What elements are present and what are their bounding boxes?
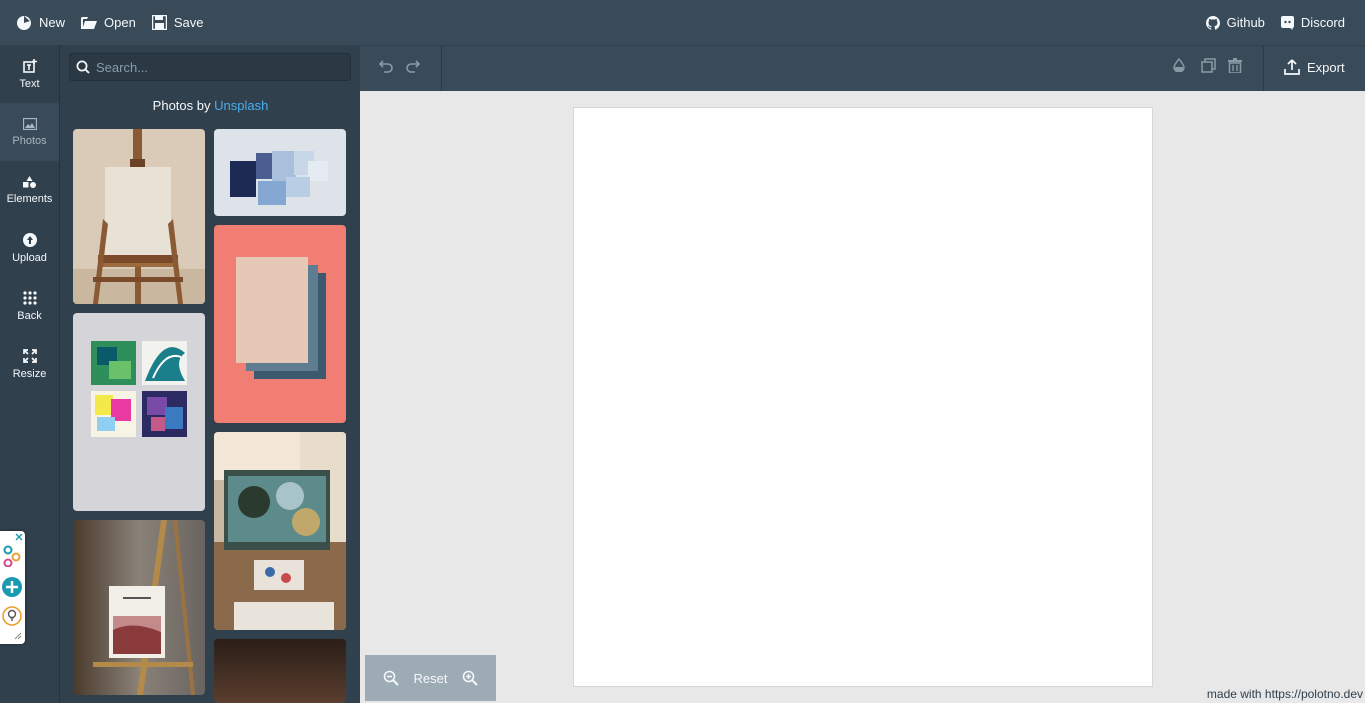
tab-photos[interactable]: Photos (0, 103, 59, 161)
close-icon[interactable] (15, 533, 23, 541)
tab-resize-label: Resize (12, 367, 47, 380)
photos-panel: Photos by Unsplash (59, 45, 360, 703)
search-box (69, 53, 351, 81)
top-navbar: New Open Save Github Discord (0, 0, 1365, 45)
share-icon[interactable] (2, 545, 22, 567)
redo-button[interactable] (405, 58, 421, 77)
grid-dots-icon (22, 290, 37, 305)
open-button[interactable]: Open (75, 8, 142, 38)
tab-elements-label: Elements (6, 192, 53, 205)
discord-label: Discord (1300, 15, 1345, 30)
tab-back[interactable]: Back (0, 277, 59, 335)
zoom-out-icon[interactable] (383, 670, 399, 686)
photo-romans-easel[interactable] (73, 520, 205, 695)
canvas-page[interactable] (573, 107, 1153, 687)
trash-icon (1228, 58, 1242, 74)
workspace: Reset made with https://polotno.dev (360, 91, 1365, 703)
save-label: Save (173, 15, 204, 30)
photo-dark-partial[interactable] (214, 639, 346, 703)
editor-toolbar: Export (360, 45, 1365, 92)
upload-icon (22, 232, 37, 247)
tab-photos-label: Photos (12, 134, 47, 147)
export-label: Export (1307, 59, 1345, 75)
tab-upload[interactable]: Upload (0, 219, 59, 277)
toolbar-divider (1263, 46, 1264, 92)
undo-icon (378, 60, 393, 73)
polotno-credit[interactable]: made with https://polotno.dev (1207, 687, 1363, 701)
photo-abstract-gallery[interactable] (73, 313, 205, 511)
fullscreen-icon (22, 348, 37, 363)
new-button[interactable]: New (10, 8, 71, 38)
zoom-in-icon[interactable] (462, 670, 479, 686)
tab-upload-label: Upload (12, 251, 47, 264)
undo-button[interactable] (378, 58, 394, 77)
tab-text-label: Text (19, 77, 40, 90)
tab-back-label: Back (17, 309, 42, 322)
redo-icon (406, 60, 421, 73)
open-label: Open (104, 15, 136, 30)
toolbar-divider (441, 46, 442, 92)
folder-open-icon (81, 16, 98, 29)
floppy-disk-icon (151, 15, 167, 30)
tab-text[interactable]: Text (0, 45, 59, 103)
duplicate-button[interactable] (1201, 58, 1216, 76)
duplicate-icon (1201, 58, 1216, 73)
photo-easel-canvas[interactable] (73, 129, 205, 304)
photo-blue-swatches[interactable] (214, 129, 346, 216)
photo-coral-papers[interactable] (214, 225, 346, 423)
zoom-controls: Reset (365, 655, 496, 701)
droplet-icon (1173, 57, 1185, 73)
save-button[interactable]: Save (146, 8, 210, 38)
discord-icon (1280, 15, 1294, 30)
export-button[interactable]: Export (1284, 59, 1345, 75)
credit-prefix: Photos by (152, 98, 215, 113)
photos-credit: Photos by Unsplash (60, 98, 360, 113)
unsplash-link[interactable]: Unsplash (214, 98, 268, 113)
floating-widget (0, 531, 25, 644)
tab-resize[interactable]: Resize (0, 335, 59, 393)
discord-link[interactable]: Discord (1275, 8, 1351, 38)
photo-icon (22, 117, 37, 130)
tab-elements[interactable]: Elements (0, 161, 59, 219)
new-document-icon (17, 15, 31, 30)
add-circle-icon[interactable] (2, 577, 22, 597)
search-icon (76, 60, 90, 74)
resize-handle-icon[interactable] (14, 632, 22, 640)
shapes-icon (23, 175, 36, 188)
lightbulb-icon[interactable] (2, 606, 22, 626)
new-label: New (39, 15, 66, 30)
export-icon (1284, 59, 1300, 75)
photo-painting-studio[interactable] (214, 432, 346, 630)
github-label: Github (1226, 15, 1265, 30)
zoom-reset-button[interactable]: Reset (414, 671, 448, 686)
github-link[interactable]: Github (1200, 8, 1271, 38)
github-icon (1205, 15, 1220, 30)
opacity-button[interactable] (1173, 57, 1185, 75)
search-input[interactable] (96, 59, 336, 75)
text-add-icon (22, 58, 37, 73)
delete-button[interactable] (1228, 58, 1242, 76)
